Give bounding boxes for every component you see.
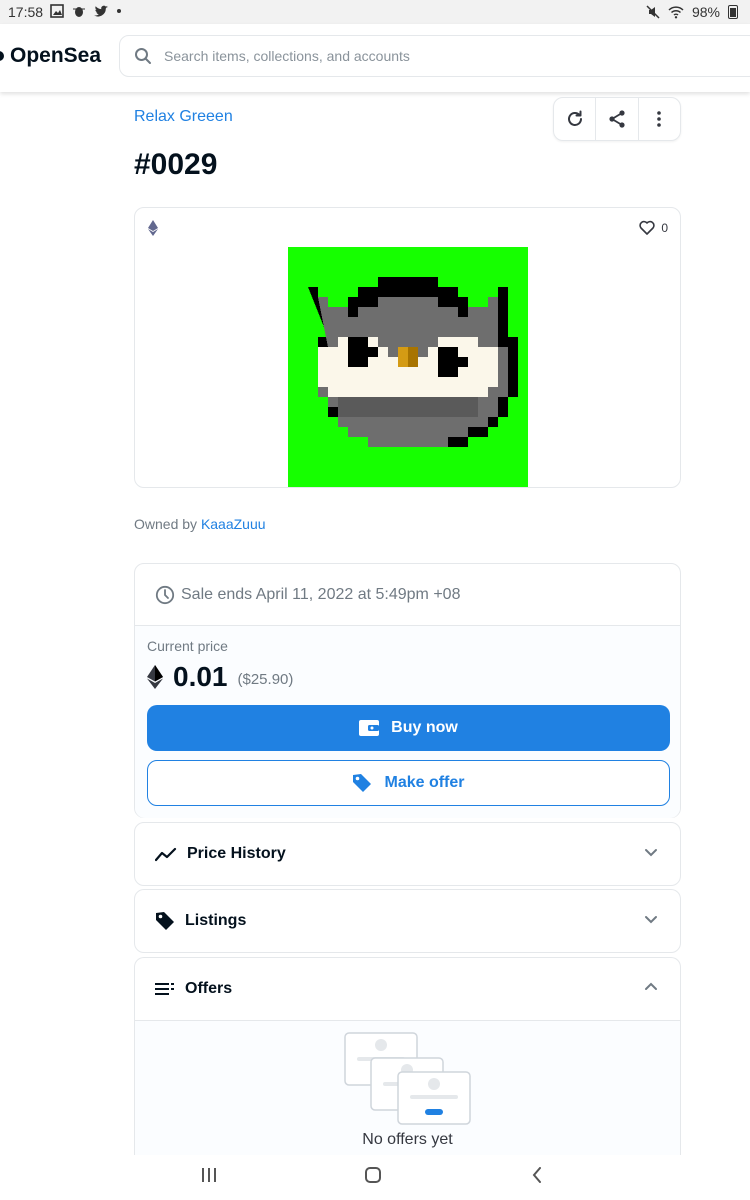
refresh-button[interactable] xyxy=(554,98,597,140)
offers-panel[interactable]: Offers No offers yet xyxy=(134,957,681,1167)
system-icons: 98% xyxy=(646,4,738,20)
ethereum-icon xyxy=(148,220,158,236)
chevron-down-icon xyxy=(645,916,657,924)
offers-label: Offers xyxy=(185,980,233,997)
make-offer-button[interactable]: Make offer xyxy=(147,760,670,806)
notification-icons xyxy=(50,4,121,18)
mute-icon xyxy=(646,5,660,19)
ethereum-icon xyxy=(147,665,163,689)
search-icon xyxy=(135,48,151,64)
wallet-icon xyxy=(359,720,380,736)
search-input[interactable] xyxy=(164,48,724,64)
collection-link[interactable]: Relax Greeen xyxy=(134,108,233,126)
trending-icon xyxy=(155,847,177,862)
no-offers-text: No offers yet xyxy=(362,1131,453,1148)
status-time: 17:58 xyxy=(8,4,44,20)
price-history-header[interactable]: Price History xyxy=(135,823,680,885)
price-row: 0.01 ($25.90) xyxy=(147,660,668,694)
dot-icon xyxy=(117,9,121,13)
chevron-up-icon xyxy=(645,982,657,990)
back-icon[interactable] xyxy=(531,1167,543,1183)
owner-link[interactable]: KaaaZuuu xyxy=(201,516,266,532)
tag-icon xyxy=(353,774,372,792)
price-amount: 0.01 xyxy=(173,661,228,692)
share-button[interactable] xyxy=(596,98,639,140)
system-nav-bar xyxy=(0,1155,750,1200)
sale-end-text: Sale ends April 11, 2022 at 5:49pm +08 xyxy=(181,585,461,603)
price-history-label: Price History xyxy=(187,845,286,862)
current-price-label: Current price xyxy=(147,638,228,654)
like-count: 0 xyxy=(661,220,668,235)
sale-card: Sale ends April 11, 2022 at 5:49pm +08 C… xyxy=(134,563,681,818)
listings-header[interactable]: Listings xyxy=(135,890,680,952)
chevron-down-icon xyxy=(645,849,657,857)
heart-icon xyxy=(639,220,655,235)
make-offer-label: Make offer xyxy=(384,774,465,791)
home-icon[interactable] xyxy=(365,1167,381,1183)
status-bar: 17:58 98% xyxy=(0,0,750,24)
bug-icon xyxy=(73,7,85,17)
more-vertical-icon xyxy=(657,111,662,127)
listings-label: Listings xyxy=(185,912,247,929)
offers-header[interactable]: Offers xyxy=(135,958,680,1020)
tag-icon xyxy=(156,912,174,930)
wifi-icon xyxy=(668,6,684,19)
nft-image-card: 0 xyxy=(134,207,681,488)
more-options-button[interactable] xyxy=(639,98,680,140)
favorite-button[interactable]: 0 xyxy=(639,220,668,235)
sale-end-row: Sale ends April 11, 2022 at 5:49pm +08 xyxy=(135,564,680,626)
nft-image[interactable] xyxy=(288,247,528,487)
listings-panel[interactable]: Listings xyxy=(134,889,681,953)
buy-now-button[interactable]: Buy now xyxy=(147,705,670,751)
twitter-icon xyxy=(94,5,108,16)
clock-icon xyxy=(155,585,175,604)
recent-apps-icon[interactable] xyxy=(201,1167,217,1183)
owned-by-label: Owned by xyxy=(134,516,198,532)
battery-icon xyxy=(728,5,738,19)
owner-line: Owned by KaaaZuuu xyxy=(134,516,266,532)
empty-offers-illustration xyxy=(344,1032,471,1125)
search-bar[interactable] xyxy=(119,35,750,77)
logo-mark-icon xyxy=(0,51,4,61)
buy-now-label: Buy now xyxy=(391,719,458,736)
item-actions xyxy=(553,97,681,141)
opensea-logo[interactable]: OpenSea xyxy=(0,44,101,68)
share-icon xyxy=(609,110,625,128)
top-header: OpenSea xyxy=(0,24,750,92)
item-title: #0029 xyxy=(134,148,218,181)
gallery-icon xyxy=(50,4,64,18)
price-history-panel[interactable]: Price History xyxy=(134,822,681,886)
offers-empty-state: No offers yet xyxy=(135,1020,680,1160)
list-icon xyxy=(155,983,174,995)
price-usd: ($25.90) xyxy=(237,671,294,688)
logo-text: OpenSea xyxy=(10,44,102,67)
refresh-icon xyxy=(567,110,582,126)
battery-percent: 98% xyxy=(691,4,720,20)
